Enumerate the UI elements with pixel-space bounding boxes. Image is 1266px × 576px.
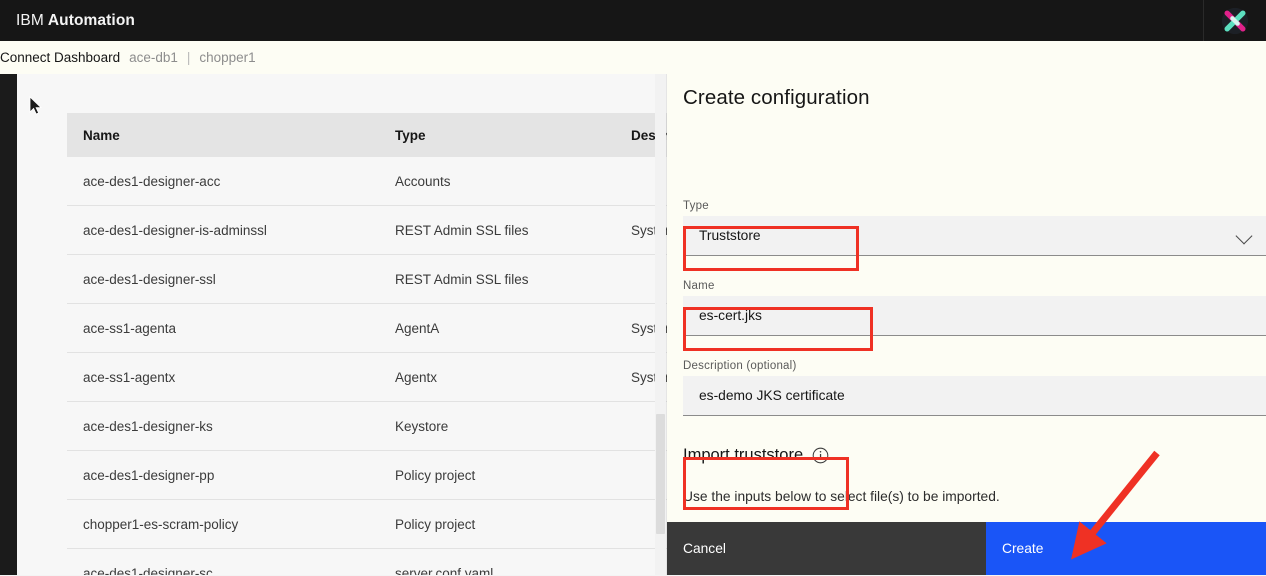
name-input-value: es-cert.jks	[699, 308, 762, 323]
product-name: Automation	[48, 12, 135, 29]
breadcrumb-item-context2[interactable]: chopper1	[199, 50, 255, 65]
table-row[interactable]: ace-des1-designer-sslREST Admin SSL file…	[67, 255, 667, 304]
table-header-row: Name Type Description	[67, 113, 667, 157]
import-truststore-label: Import truststore	[683, 446, 803, 465]
type-select[interactable]: Truststore	[683, 216, 1266, 256]
cell-name: ace-des1-designer-ssl	[67, 255, 379, 304]
name-input[interactable]: es-cert.jks	[683, 296, 1266, 336]
cell-name: ace-ss1-agenta	[67, 304, 379, 353]
table-row[interactable]: ace-ss1-agentaAgentASystem-generat	[67, 304, 667, 353]
table-row[interactable]: ace-des1-designer-scserver.conf.yaml	[67, 549, 667, 576]
table-row[interactable]: ace-des1-designer-accAccounts	[67, 157, 667, 206]
column-header-name[interactable]: Name	[67, 113, 379, 157]
cell-name: ace-des1-designer-sc	[67, 549, 379, 576]
cell-type: REST Admin SSL files	[379, 255, 615, 304]
name-label: Name	[683, 280, 715, 292]
description-label: Description (optional)	[683, 360, 797, 372]
brand-name: IBM	[16, 12, 44, 29]
type-label: Type	[683, 200, 709, 212]
panel-title: Create configuration	[683, 86, 870, 110]
cell-type: Keystore	[379, 402, 615, 451]
chevron-down-icon	[1236, 228, 1253, 245]
cell-name: chopper1-es-scram-policy	[67, 500, 379, 549]
column-header-type[interactable]: Type	[379, 113, 615, 157]
import-truststore-heading: Import truststore	[683, 446, 829, 465]
header-logo-area[interactable]	[1203, 0, 1266, 41]
breadcrumb: Connect Dashboard ace-db1 | chopper1	[0, 50, 256, 65]
table-row[interactable]: ace-des1-designer-ksKeystore	[67, 402, 667, 451]
table-row[interactable]: chopper1-es-scram-policyPolicy project	[67, 500, 667, 549]
cell-name: ace-ss1-agentx	[67, 353, 379, 402]
mouse-cursor	[29, 96, 43, 116]
cell-name: ace-des1-designer-acc	[67, 157, 379, 206]
breadcrumb-separator: |	[187, 50, 191, 65]
cancel-button[interactable]: Cancel	[667, 522, 986, 575]
panel-action-bar: Cancel Create	[667, 522, 1266, 575]
description-input-value: es-demo JKS certificate	[699, 388, 845, 403]
cell-type: AgentA	[379, 304, 615, 353]
cell-name: ace-des1-designer-is-adminssl	[67, 206, 379, 255]
cell-type: Policy project	[379, 451, 615, 500]
description-input[interactable]: es-demo JKS certificate	[683, 376, 1266, 416]
app-title: IBMAutomation	[16, 12, 135, 30]
cell-type: server.conf.yaml	[379, 549, 615, 576]
table-row[interactable]: ace-des1-designer-ppPolicy project	[67, 451, 667, 500]
create-button[interactable]: Create	[986, 522, 1266, 575]
create-configuration-panel: Create configuration Type Truststore Nam…	[667, 74, 1266, 575]
table-row[interactable]: ace-des1-designer-is-adminsslREST Admin …	[67, 206, 667, 255]
import-help-text: Use the inputs below to select file(s) t…	[683, 489, 1000, 504]
table-scrollbar[interactable]	[655, 74, 666, 575]
cell-name: ace-des1-designer-ks	[67, 402, 379, 451]
type-selected-value: Truststore	[699, 228, 761, 243]
app-header: IBMAutomation	[0, 0, 1266, 41]
table-scrollbar-thumb[interactable]	[656, 414, 665, 534]
cell-type: Agentx	[379, 353, 615, 402]
x-cross-logo-icon	[1221, 7, 1249, 35]
configurations-table: Name Type Description ace-des1-designer-…	[67, 113, 667, 575]
breadcrumb-bar: Connect Dashboard ace-db1 | chopper1	[0, 41, 1266, 74]
main-content: Name Type Description ace-des1-designer-…	[17, 74, 667, 575]
cell-name: ace-des1-designer-pp	[67, 451, 379, 500]
left-nav-rail[interactable]	[0, 74, 17, 575]
breadcrumb-item-dashboard[interactable]: Connect Dashboard	[0, 50, 120, 65]
breadcrumb-item-context[interactable]: ace-db1	[129, 50, 178, 65]
cell-type: Accounts	[379, 157, 615, 206]
cell-type: Policy project	[379, 500, 615, 549]
info-circle-icon[interactable]	[812, 447, 829, 464]
table-row[interactable]: ace-ss1-agentxAgentxSystem-generat	[67, 353, 667, 402]
cell-type: REST Admin SSL files	[379, 206, 615, 255]
